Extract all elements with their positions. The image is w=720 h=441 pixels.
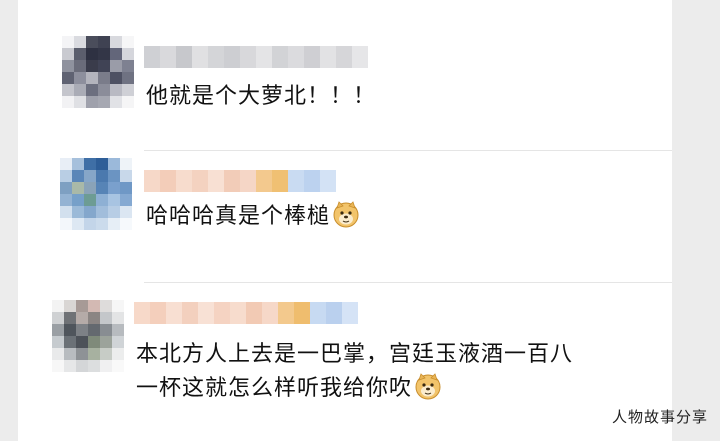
divider: [144, 150, 672, 151]
username-blurred[interactable]: [144, 170, 336, 192]
comment-text-line2: 一杯这就怎么样听我给你吹: [136, 372, 442, 406]
comment-text: 哈哈哈真是个棒槌: [146, 200, 360, 234]
username-blurred[interactable]: [144, 46, 368, 68]
comment-card: 他就是个大萝北！！！ 哈哈哈真是个棒槌 本北方人上去是一巴掌，宫廷玉液酒一百八 …: [18, 0, 672, 441]
doge-emoji-icon: [332, 200, 360, 228]
divider: [144, 282, 672, 283]
doge-emoji-icon: [414, 372, 442, 400]
username-blurred[interactable]: [134, 302, 358, 324]
watermark: 人物故事分享: [611, 408, 708, 426]
avatar[interactable]: [62, 36, 134, 108]
avatar[interactable]: [52, 300, 124, 372]
avatar[interactable]: [60, 158, 132, 230]
comment-text: 他就是个大萝北！！！: [146, 84, 377, 109]
comment-text: 本北方人上去是一巴掌，宫廷玉液酒一百八: [136, 342, 574, 367]
